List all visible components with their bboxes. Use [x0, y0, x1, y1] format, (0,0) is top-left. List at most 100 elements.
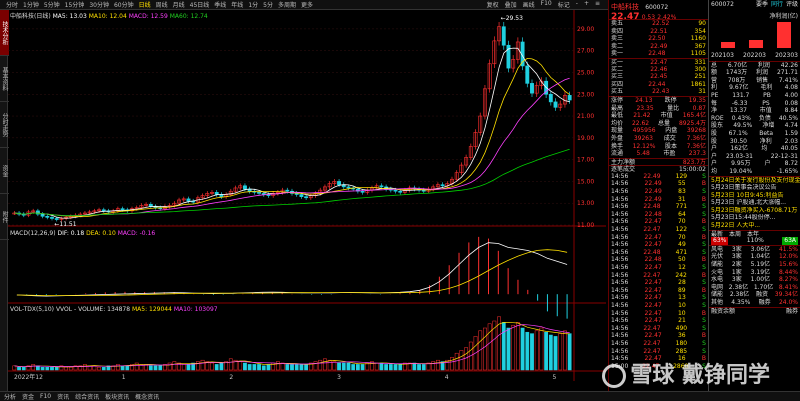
bottom-tab[interactable]: F10 — [40, 393, 51, 400]
profit-year: 202303 — [775, 52, 798, 59]
volume-bar — [346, 362, 351, 371]
volume-bar — [501, 322, 506, 371]
trade-volume: 64 — [678, 210, 686, 218]
trade-price: 22.48 — [644, 210, 662, 218]
period-tab[interactable]: 月线 — [173, 2, 185, 9]
toolbar-tool[interactable]: 画线 — [523, 0, 535, 9]
fin-row: 户 162亿 均 40.05 — [709, 145, 800, 153]
toolbar-tool[interactable]: 标记 — [558, 0, 570, 9]
toolbar-tool[interactable]: 复权 — [487, 0, 499, 9]
period-tab[interactable]: 周线 — [156, 2, 168, 9]
far-tab[interactable]: 评级 — [786, 1, 798, 8]
trade-price: 22.47 — [643, 347, 661, 355]
order-level: 买一 — [611, 58, 624, 66]
bottom-tab[interactable]: 资金 — [22, 392, 34, 401]
trade-volume: 49 — [678, 241, 686, 249]
volume-bar — [464, 347, 469, 371]
order-book-row: 卖四 22.51 354 — [609, 28, 708, 36]
toolbar-tool[interactable]: - — [576, 0, 578, 9]
period-tab[interactable]: 45日线 — [190, 2, 210, 9]
bottom-tab[interactable]: 分析 — [4, 392, 16, 401]
period-tab[interactable]: 5分钟 — [44, 2, 60, 9]
bottom-tab[interactable]: 板块资讯 — [105, 392, 129, 401]
period-tab[interactable]: 季线 — [214, 2, 226, 9]
period-tab[interactable]: 30分钟 — [89, 2, 109, 9]
news-item[interactable]: 5月23日 沪股通,北大涨幅... — [709, 199, 800, 207]
price-tick-label: 21.00 — [577, 113, 594, 120]
volume-bar — [148, 365, 153, 371]
sector-cell: 4.35% — [731, 299, 751, 306]
stat-value: 23.35 — [636, 104, 654, 112]
news-item[interactable]: 5月23日15:44股份停... — [709, 214, 800, 222]
volume-bar — [525, 331, 530, 371]
trade-side: S — [702, 324, 706, 332]
period-tab[interactable]: 日线 — [139, 2, 151, 9]
profit-bar — [777, 22, 791, 48]
trade-row: 14:56 22.47 242 B — [609, 272, 708, 280]
order-level: 卖二 — [611, 42, 624, 50]
toolbar-tool[interactable]: 叠加 — [505, 0, 517, 9]
fin-cell: 2.03 — [784, 137, 798, 145]
candle-body — [553, 101, 558, 108]
volume-bar — [337, 362, 341, 371]
far-tab[interactable]: 同行 — [771, 1, 783, 8]
trade-side: S — [702, 226, 706, 234]
trade-price: 22.47 — [644, 279, 662, 287]
order-book-row: 买二 22.46 300 — [609, 66, 708, 74]
toolbar-tool[interactable]: + — [584, 0, 589, 9]
news-item[interactable]: 5月23日董事会决议公告 — [709, 184, 800, 192]
volume-bar — [548, 334, 553, 371]
far-code: 600072 — [711, 1, 734, 8]
macd-tag-label: MACD: 12.59 — [128, 13, 168, 20]
volume-bar — [186, 364, 191, 371]
candle-body — [257, 192, 262, 194]
period-tab[interactable]: 分时 — [6, 2, 18, 9]
volume-bar — [435, 359, 440, 371]
news-item[interactable]: 5月24日关于发行股份及支付现金... — [709, 177, 800, 185]
kline-chart-svg[interactable]: 29.00 27.00 25.00 23.00 21.00 19.00 17.00 15.00… — [8, 10, 606, 381]
bottom-tab[interactable]: 资讯 — [57, 392, 69, 401]
far-tab[interactable]: 要季 — [756, 1, 768, 8]
trade-time: 14:56 — [611, 286, 629, 294]
bottom-tab[interactable]: 综合资讯 — [75, 392, 99, 401]
sector-cell: 3家 — [731, 276, 742, 284]
fin-cell: -1.65% — [776, 167, 798, 175]
stat-value: 0.87 — [692, 104, 706, 112]
period-tag[interactable]: 本周 — [729, 231, 741, 238]
period-tab[interactable]: 15分钟 — [65, 2, 85, 9]
stock-name: 中船科技 — [611, 3, 639, 11]
period-tab[interactable]: 5分 — [263, 2, 273, 9]
volume-bar — [483, 327, 487, 371]
volume-bar — [450, 357, 454, 371]
sector-cell: 15.6% — [778, 261, 798, 269]
period-tab[interactable]: 60分钟 — [114, 2, 134, 9]
news-item[interactable]: 5月23日 10日9:45:利益告 — [709, 192, 800, 200]
trade-volume: 31 — [677, 195, 686, 203]
volume-bar — [379, 362, 384, 371]
main-legend: 中船科技(日线) MA5: 13.03 MA10: 12.04 MACD: 12… — [10, 11, 208, 20]
period-tab[interactable]: 1分钟 — [23, 2, 39, 9]
period-tab[interactable]: 年线 — [231, 2, 243, 9]
toolbar-tool[interactable]: ≡ — [595, 0, 600, 9]
fin-cell: PB — [763, 91, 771, 99]
trade-row: 14:56 22.48 64 S — [609, 211, 708, 219]
volume-bar — [318, 359, 323, 371]
period-tab[interactable]: 1分 — [248, 2, 258, 9]
candle-body — [101, 209, 106, 212]
trade-side: B — [701, 271, 706, 279]
volume-bar — [351, 364, 356, 371]
toolbar-tool[interactable]: F10 — [541, 0, 552, 9]
order-volume: 331 — [694, 58, 706, 66]
volume-bar — [374, 362, 379, 371]
stat-label: 流通 — [611, 150, 624, 158]
kline-chart-area[interactable]: 29.00 27.00 25.00 23.00 21.00 19.00 17.00 15.00… — [8, 10, 606, 381]
news-item[interactable]: 5月22日 人大中... — [709, 222, 800, 230]
fin-cell: 49.5% — [733, 122, 753, 130]
order-book: 卖五 22.52 90 卖四 22.51 354 卖三 22.50 1160 卖二 22.49 367… — [609, 20, 708, 96]
news-item[interactable]: 5月23日融资净买入-6708.71万 — [709, 207, 800, 215]
bottom-tab[interactable]: 概念资讯 — [135, 392, 159, 401]
vol-ma5-label: MA5: 129044 — [131, 306, 172, 313]
period-tab[interactable]: 多周期 — [278, 2, 296, 9]
fin-cell: 8.84 — [784, 107, 798, 115]
period-tab[interactable]: 更多 — [301, 2, 313, 9]
